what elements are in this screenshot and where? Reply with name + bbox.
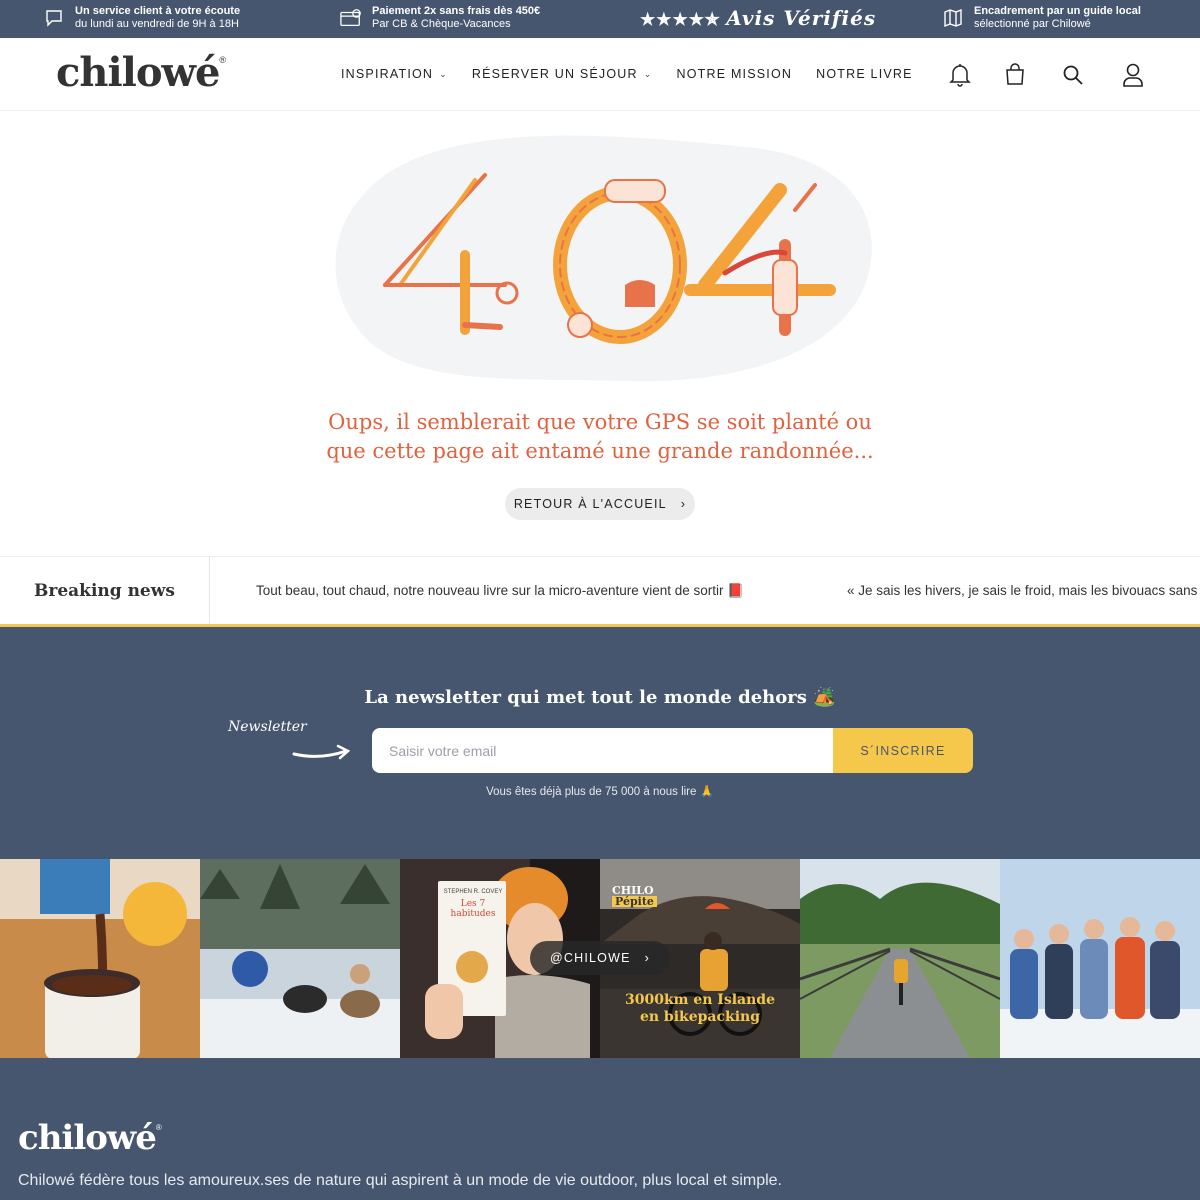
card-icon — [340, 7, 362, 29]
instagram-tile-sled-dogs[interactable] — [200, 859, 400, 1058]
instagram-tile-bridge-cycling[interactable] — [800, 859, 1000, 1058]
newsletter-email-input[interactable] — [372, 728, 834, 773]
chevron-right-icon: › — [644, 951, 650, 965]
chevron-down-icon: ⌄ — [439, 68, 448, 79]
rating-stars: ★★★★✯ — [640, 10, 721, 30]
newsletter-section: La newsletter qui met tout le monde deho… — [0, 627, 1200, 859]
nav-notre-livre[interactable]: NOTRE LIVRE — [816, 67, 913, 81]
newsletter-handwritten-label: Newsletter — [228, 719, 307, 735]
news-item[interactable]: Tout beau, tout chaud, notre nouveau liv… — [256, 583, 744, 599]
error-code: 404 — [325, 135, 352, 139]
chevron-down-icon: ⌄ — [643, 68, 653, 79]
nav-notre-mission[interactable]: NOTRE MISSION — [677, 67, 793, 81]
top-info-bar: Un service client à votre écoute du lund… — [0, 0, 1200, 38]
chat-bubble-icon — [43, 7, 65, 29]
footer-logo[interactable]: chilowé® — [18, 1118, 162, 1158]
tile-caption: 3000km en Islande en bikepacking — [624, 992, 775, 1025]
main-nav: INSPIRATION ⌄ RÉSERVER UN SÉJOUR ⌄ NOTRE M… — [341, 67, 913, 81]
service-title: Un service client à votre écoute — [75, 5, 241, 17]
chilo-pepite-badge: CHILO Pépite — [612, 885, 657, 907]
local-guide-info: Encadrement par un guide local sélection… — [942, 5, 1141, 31]
bag-icon[interactable] — [1003, 62, 1029, 88]
error-message: Oups, il semblerait que votre GPS se soi… — [326, 410, 874, 463]
news-item[interactable]: « Je sais les hivers, je sais le froid, … — [847, 583, 1200, 598]
newsletter-title: La newsletter qui met tout le monde deho… — [364, 687, 836, 708]
error-404-illustration: 404 — [325, 135, 875, 387]
chevron-right-icon: › — [680, 497, 687, 511]
user-icon[interactable] — [1121, 62, 1147, 88]
verified-reviews-badge[interactable]: ★★★★✯ Avis Vérifiés — [640, 6, 876, 30]
guide-sub: sélectionné par Chilowé — [974, 18, 1091, 30]
subscribe-button[interactable]: S´INSCRIRE — [833, 728, 973, 773]
reviews-label: Avis Vérifiés — [726, 6, 877, 30]
breaking-news-title: Breaking news — [0, 557, 210, 624]
bell-icon[interactable] — [948, 62, 974, 88]
breaking-news-bar: Breaking news Tout beau, tout chaud, not… — [0, 556, 1200, 627]
nav-inspiration[interactable]: INSPIRATION ⌄ — [341, 67, 448, 81]
payment-methods: Par CB & Chèque-Vacances — [372, 18, 511, 30]
footer-tagline: Chilowé fédère tous les amoureux.ses de … — [18, 1172, 782, 1189]
newsletter-reader-count: Vous êtes déjà plus de 75 000 à nous lir… — [486, 786, 714, 798]
nav-reserver-sejour[interactable]: RÉSERVER UN SÉJOUR ⌄ — [472, 67, 653, 81]
book-title: Les 7 habitudes — [450, 899, 496, 919]
service-hours: du lundi au vendredi de 9H à 18H — [75, 18, 239, 30]
instagram-tile-hot-chocolate[interactable] — [0, 859, 200, 1058]
map-icon — [942, 7, 964, 29]
site-logo[interactable]: chilowé® — [56, 49, 226, 96]
payment-info: Paiement 2x sans frais dès 450€ Par CB &… — [340, 5, 540, 31]
instagram-tile-snow-group[interactable] — [1000, 859, 1200, 1058]
book-author: STEPHEN R. COVEY — [443, 889, 503, 895]
search-icon[interactable] — [1061, 62, 1087, 88]
guide-title: Encadrement par un guide local — [974, 5, 1141, 17]
back-home-button[interactable]: RETOUR À L'ACCUEIL › — [505, 488, 695, 520]
site-header: chilowé® INSPIRATION ⌄ RÉSERVER UN SÉJOUR… — [0, 38, 1200, 111]
customer-service-info: Un service client à votre écoute du lund… — [43, 5, 240, 31]
instagram-handle-button[interactable]: @CHILOWE › — [530, 941, 670, 975]
site-footer: chilowé® Chilowé fédère tous les amoureu… — [0, 1058, 1200, 1200]
payment-title: Paiement 2x sans frais dès 450€ — [372, 5, 541, 17]
arrow-icon — [292, 744, 351, 760]
